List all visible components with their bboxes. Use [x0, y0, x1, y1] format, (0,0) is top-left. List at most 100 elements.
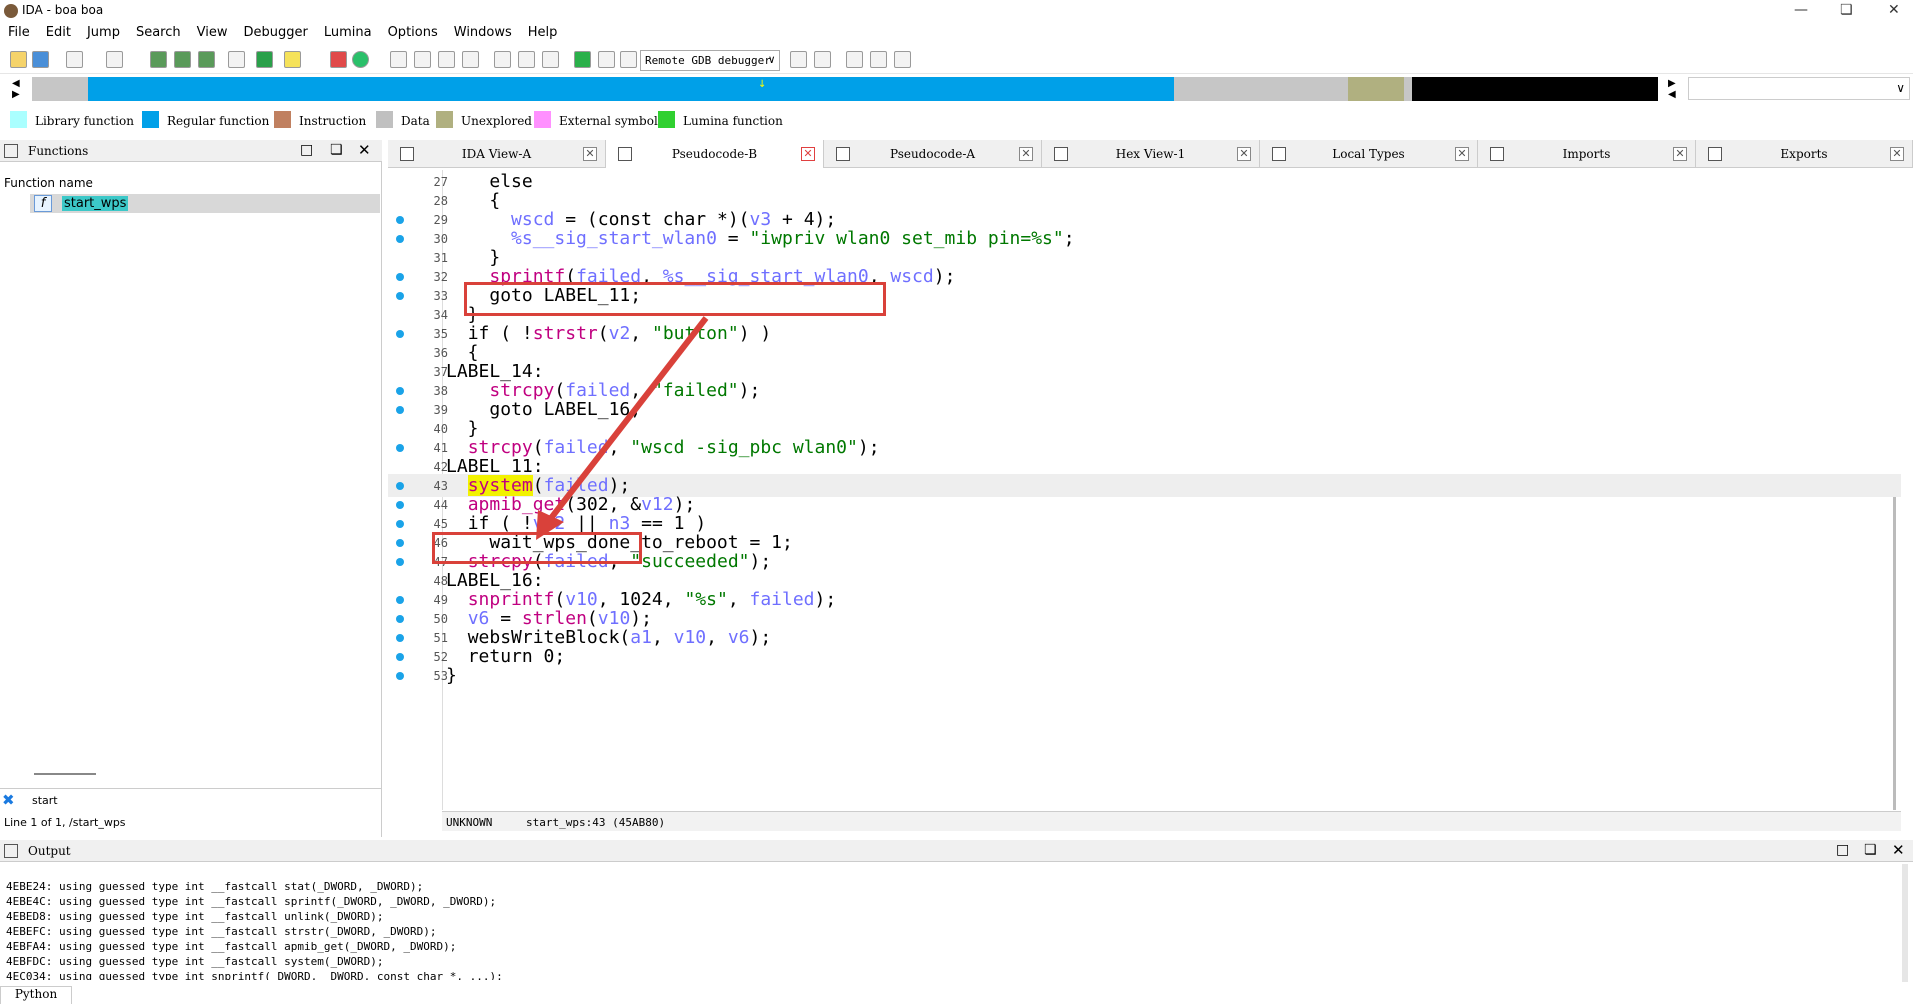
menu-view[interactable]: View: [189, 22, 236, 40]
tab-pseudocode-b[interactable]: Pseudocode-B ✕: [606, 140, 824, 168]
list-icon[interactable]: [462, 51, 479, 68]
menu-debugger[interactable]: Debugger: [235, 22, 315, 40]
output-scrollbar[interactable]: [1902, 864, 1908, 982]
close-tab-icon[interactable]: ✕: [1455, 147, 1469, 161]
title-bar: IDA - boa boa — ❏ ✕: [0, 0, 1913, 22]
output-line: 4EBE24: using guessed type int __fastcal…: [6, 880, 424, 893]
legend: Library function Regular function Instru…: [0, 108, 1913, 130]
pause-icon[interactable]: [598, 51, 615, 68]
back-icon[interactable]: [66, 51, 83, 68]
legend-instruction-label: Instruction: [299, 114, 367, 128]
close-tab-icon[interactable]: ✕: [1890, 147, 1904, 161]
segments-icon[interactable]: [390, 51, 407, 68]
tab-exports[interactable]: Exports ✕: [1696, 140, 1913, 168]
output-line: 4EBED8: using guessed type int __fastcal…: [6, 910, 384, 923]
debugger-select[interactable]: Remote GDB debugger ∨: [640, 50, 780, 71]
filter-input[interactable]: start: [32, 794, 58, 807]
tab-ida-view-a[interactable]: IDA View-A ✕: [388, 140, 606, 168]
function-row[interactable]: f start_wps: [30, 194, 380, 213]
python-button[interactable]: Python: [0, 986, 72, 1004]
minimize-icon[interactable]: —: [1794, 2, 1808, 18]
breakpoint-icon[interactable]: [330, 51, 347, 68]
arrow-shaft: [545, 316, 709, 524]
nav-right-icon[interactable]: ▶ ◀: [1668, 78, 1676, 100]
lumina-icon[interactable]: [352, 51, 369, 68]
output-log[interactable]: 4EBE24: using guessed type int __fastcal…: [0, 862, 1900, 980]
run-icon[interactable]: [574, 51, 591, 68]
menu-options[interactable]: Options: [380, 22, 446, 40]
menu-search[interactable]: Search: [128, 22, 189, 40]
filter-bar: ✖ start: [0, 788, 382, 810]
output-icon: [4, 844, 18, 858]
tab-hex-view-1[interactable]: Hex View-1 ✕: [1042, 140, 1260, 168]
address-combo[interactable]: ∨: [1688, 77, 1910, 100]
pseudocode-view[interactable]: 27 else 28 {29 wscd = (const char *)(v3 +…: [388, 170, 1901, 810]
graph-icon[interactable]: [228, 51, 245, 68]
status-bar: UNKNOWN start_wps:43 (45AB80): [442, 811, 1901, 831]
legend-lumina: Lumina function: [658, 111, 783, 128]
close-tab-icon[interactable]: ✕: [583, 147, 597, 161]
menu-edit[interactable]: Edit: [38, 22, 79, 40]
close-panel-icon[interactable]: ✕: [358, 141, 371, 159]
legend-unexplored-swatch: [436, 111, 453, 128]
function-name-column[interactable]: Function name: [4, 176, 93, 190]
names-icon[interactable]: [414, 51, 431, 68]
tab-imports[interactable]: Imports ✕: [1478, 140, 1696, 168]
nav-left-icon[interactable]: ◀ ▶: [12, 78, 20, 100]
close-tab-icon[interactable]: ✕: [1673, 147, 1687, 161]
maximize-icon[interactable]: ❏: [1840, 2, 1853, 18]
maximize-panel-icon[interactable]: □: [300, 142, 313, 158]
nav-pointer-icon: ↓: [758, 79, 767, 90]
forward-icon[interactable]: [106, 51, 123, 68]
close-tab-icon[interactable]: ✕: [1237, 147, 1251, 161]
align-icon[interactable]: [870, 51, 887, 68]
navigation-band[interactable]: ↓: [32, 77, 1658, 101]
menu-help[interactable]: Help: [520, 22, 566, 40]
attach-icon[interactable]: [790, 51, 807, 68]
tab-bar: IDA View-A ✕ Pseudocode-B ✕ Pseudocode-A ✕ …: [388, 140, 1913, 168]
open-icon[interactable]: [10, 51, 27, 68]
tab-pseudocode-a[interactable]: Pseudocode-A ✕: [824, 140, 1042, 168]
window-icon[interactable]: [494, 51, 511, 68]
legend-external: External symbol: [534, 111, 658, 128]
menu-file[interactable]: File: [0, 22, 38, 40]
close-tab-icon[interactable]: ✕: [801, 147, 815, 161]
output-header: Output □ ❏ ✕: [0, 840, 1913, 862]
toolbar: [0, 46, 1913, 74]
output-line: 4EBEFC: using guessed type int __fastcal…: [6, 925, 437, 938]
float-panel-icon[interactable]: ❏: [1864, 842, 1877, 858]
data-icon[interactable]: [174, 51, 191, 68]
close-panel-icon[interactable]: ✕: [1892, 841, 1905, 859]
menu-windows[interactable]: Windows: [446, 22, 520, 40]
jump-icon[interactable]: [256, 51, 273, 68]
layout-icon[interactable]: [846, 51, 863, 68]
menu-lumina[interactable]: Lumina: [316, 22, 380, 40]
functions-panel: [0, 140, 382, 837]
close-tab-icon[interactable]: ✕: [1019, 147, 1033, 161]
diamond-icon[interactable]: [542, 51, 559, 68]
close-window-icon[interactable]: ✕: [1888, 2, 1900, 18]
save-icon[interactable]: [32, 51, 49, 68]
functions-title: Functions: [28, 144, 89, 158]
output-line: 4EC034: using guessed type int snprintf(…: [6, 970, 503, 980]
tab-local-types[interactable]: Local Types ✕: [1260, 140, 1478, 168]
output-title: Output: [28, 844, 71, 858]
scroll-thumb[interactable]: [34, 773, 96, 775]
text-icon[interactable]: [284, 51, 301, 68]
indent-icon[interactable]: [894, 51, 911, 68]
output-line: 4EBFA4: using guessed type int __fastcal…: [6, 940, 457, 953]
output-line: 4EBFDC: using guessed type int __fastcal…: [6, 955, 384, 968]
tab-label: Local Types: [1332, 147, 1405, 161]
undefine-icon[interactable]: [198, 51, 215, 68]
menu-jump[interactable]: Jump: [79, 22, 128, 40]
clear-filter-icon[interactable]: ✖: [2, 791, 15, 809]
chevron-down-icon: ∨: [768, 53, 775, 66]
stop-icon[interactable]: [620, 51, 637, 68]
patch-icon[interactable]: [518, 51, 535, 68]
menu-bar: File Edit Jump Search View Debugger Lumina Opti…: [0, 22, 1913, 44]
detach-icon[interactable]: [814, 51, 831, 68]
float-panel-icon[interactable]: ❏: [330, 142, 343, 158]
code-icon[interactable]: [150, 51, 167, 68]
search-icon[interactable]: [438, 51, 455, 68]
maximize-panel-icon[interactable]: □: [1836, 842, 1849, 858]
